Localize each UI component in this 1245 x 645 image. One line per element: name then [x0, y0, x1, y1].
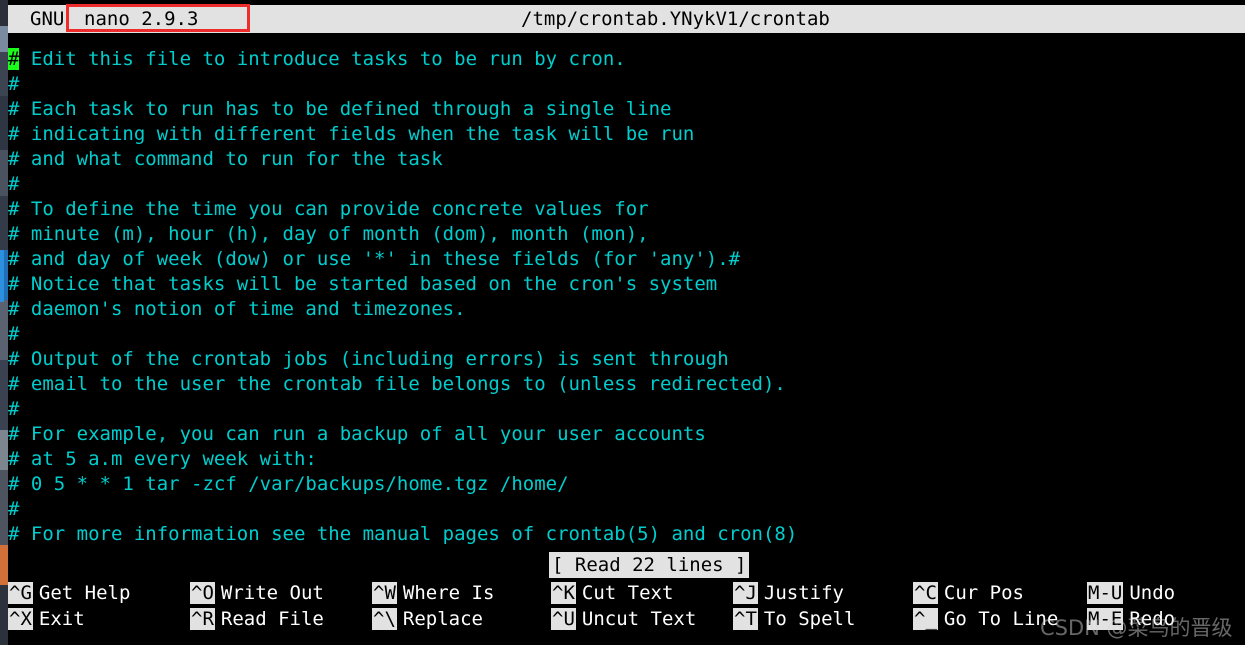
shortcut-to-spell[interactable]: ^T To Spell	[733, 606, 855, 632]
status-bar: [ Read 22 lines ]	[8, 552, 1245, 578]
shortcut-label: Uncut Text	[581, 608, 697, 630]
editor-line: #	[8, 323, 20, 345]
shortcut-row-primary: ^G Get Help ^O Write Out ^W Where Is ^K Cut Tex…	[0, 580, 1245, 606]
editor-line: # email to the user the crontab file bel…	[8, 373, 786, 395]
shortcut-label: Read File	[220, 608, 324, 630]
shortcut-undo[interactable]: M-U Undo	[1087, 580, 1175, 606]
shortcut-key: ^G	[8, 582, 33, 604]
shortcut-label: Cur Pos	[943, 582, 1024, 604]
shortcut-key: ^X	[8, 608, 33, 630]
editor-line: # daemon's notion of time and timezones.	[8, 298, 466, 320]
status-message: [ Read 22 lines ]	[549, 552, 750, 578]
shortcut-label: Redo	[1129, 608, 1176, 630]
shortcut-read-file[interactable]: ^R Read File	[190, 606, 324, 632]
editor-line: # Output of the crontab jobs (including …	[8, 348, 729, 370]
shortcut-go-to-line[interactable]: ^_ Go To Line	[913, 606, 1058, 632]
shortcut-key: ^K	[551, 582, 576, 604]
shortcut-cur-pos[interactable]: ^C Cur Pos	[913, 580, 1024, 606]
shortcut-key: M-E	[1087, 608, 1124, 630]
shortcut-key: ^J	[733, 582, 758, 604]
shortcut-label: To Spell	[763, 608, 856, 630]
shortcut-key: ^C	[913, 582, 938, 604]
editor-line: #	[8, 498, 20, 520]
editor-line: # Edit this file to introduce tasks to b…	[8, 48, 626, 70]
shortcut-redo[interactable]: M-E Redo	[1087, 606, 1175, 632]
editor-line: # minute (m), hour (h), day of month (do…	[8, 223, 649, 245]
nano-editor-window: GNU nano 2.9.3 /tmp/crontab.YNykV1/cront…	[0, 0, 1245, 645]
shortcut-key: ^T	[733, 608, 758, 630]
editor-text-area[interactable]: # Edit this file to introduce tasks to b…	[8, 47, 1245, 547]
editor-line: # For example, you can run a backup of a…	[8, 423, 706, 445]
shortcut-uncut-text[interactable]: ^U Uncut Text	[551, 606, 696, 632]
shortcut-key: ^O	[190, 582, 215, 604]
shortcut-key: ^W	[372, 582, 397, 604]
shortcut-label: Exit	[38, 608, 85, 630]
editor-line: # For more information see the manual pa…	[8, 523, 798, 545]
shortcut-row-secondary: ^X Exit ^R Read File ^\ Replace ^U Uncut Text ^T…	[0, 606, 1245, 632]
editor-line: # at 5 a.m every week with:	[8, 448, 317, 470]
title-file-path: /tmp/crontab.YNykV1/crontab	[521, 8, 830, 30]
shortcut-label: Where Is	[402, 582, 495, 604]
title-bar: GNU nano 2.9.3 /tmp/crontab.YNykV1/cront…	[8, 5, 1245, 33]
shortcut-label: Go To Line	[943, 608, 1059, 630]
editor-line: #	[8, 173, 20, 195]
shortcut-key: ^\	[372, 608, 397, 630]
shortcut-justify[interactable]: ^J Justify	[733, 580, 844, 606]
shortcut-where-is[interactable]: ^W Where Is	[372, 580, 494, 606]
shortcut-key: M-U	[1087, 582, 1124, 604]
title-gnu-label: GNU	[30, 8, 65, 30]
shortcut-key: ^_	[913, 608, 938, 630]
shortcut-key: ^U	[551, 608, 576, 630]
shortcut-label: Write Out	[220, 582, 324, 604]
shortcut-label: Justify	[763, 582, 844, 604]
shortcut-key: ^R	[190, 608, 215, 630]
editor-line: # and what command to run for the task	[8, 148, 443, 170]
shortcut-help-bar: ^G Get Help ^O Write Out ^W Where Is ^K Cut Tex…	[0, 580, 1245, 636]
editor-line: # Each task to run has to be defined thr…	[8, 98, 672, 120]
shortcut-label: Cut Text	[581, 582, 674, 604]
editor-line: # Notice that tasks will be started base…	[8, 273, 718, 295]
shortcut-label: Get Help	[38, 582, 131, 604]
shortcut-label: Replace	[402, 608, 483, 630]
desktop-dock-highlight	[0, 250, 4, 302]
desktop-background-strip	[0, 0, 8, 645]
editor-line: # 0 5 * * 1 tar -zcf /var/backups/home.t…	[8, 473, 569, 495]
title-version-label: nano 2.9.3	[84, 8, 199, 30]
shortcut-cut-text[interactable]: ^K Cut Text	[551, 580, 673, 606]
editor-line: #	[8, 73, 20, 95]
shortcut-label: Undo	[1129, 582, 1176, 604]
editor-line: # To define the time you can provide con…	[8, 198, 649, 220]
text-cursor: #	[8, 48, 20, 70]
shortcut-replace[interactable]: ^\ Replace	[372, 606, 483, 632]
editor-line: # indicating with different fields when …	[8, 123, 695, 145]
shortcut-write-out[interactable]: ^O Write Out	[190, 580, 324, 606]
editor-line: # and day of week (dow) or use '*' in th…	[8, 248, 741, 270]
shortcut-exit[interactable]: ^X Exit	[8, 606, 85, 632]
editor-line: #	[8, 398, 20, 420]
shortcut-get-help[interactable]: ^G Get Help	[8, 580, 130, 606]
